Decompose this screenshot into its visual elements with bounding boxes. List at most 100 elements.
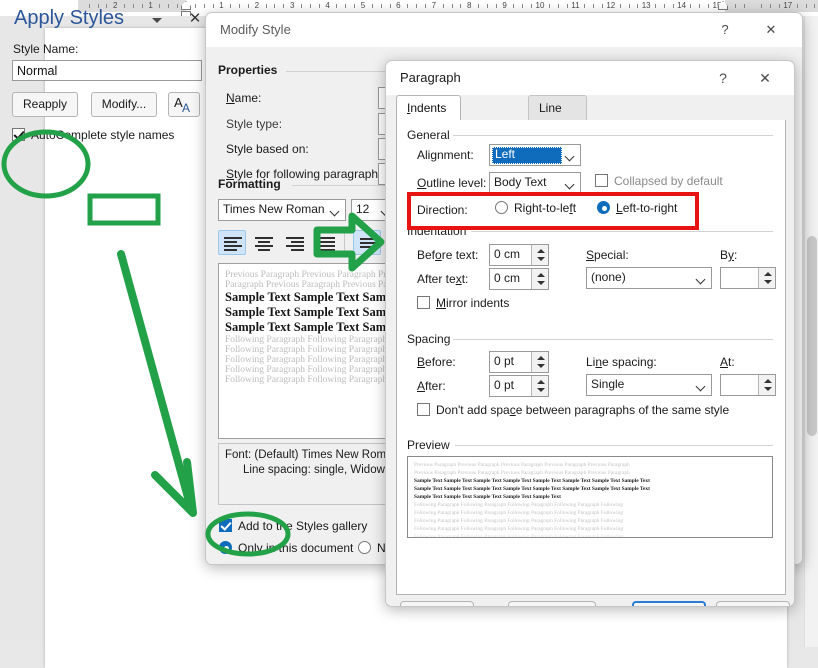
ruler-tick — [602, 4, 603, 8]
spinner-buttons[interactable] — [758, 268, 775, 288]
spinner-buttons[interactable] — [531, 376, 548, 396]
by-label: By: — [720, 248, 738, 262]
add-to-gallery-row[interactable]: Add to the Styles gallery — [219, 519, 367, 533]
align-right-button[interactable] — [280, 230, 308, 255]
after-text-value: 0 cm — [494, 271, 521, 285]
chevron-down-icon[interactable] — [152, 18, 162, 23]
spacing-after-spinner[interactable]: 0 pt — [489, 375, 549, 397]
collapsed-by-default-label: Collapsed by default — [614, 174, 723, 188]
style-name-input[interactable]: Normal — [12, 60, 202, 81]
alignment-combo[interactable]: Left — [489, 144, 581, 166]
collapsed-by-default-row[interactable]: Collapsed by default — [595, 174, 723, 188]
dont-add-space-row[interactable]: Don't add space between paragraphs of th… — [417, 403, 729, 417]
mirror-indents-row[interactable]: Mirror indents — [417, 296, 509, 310]
at-spinner[interactable] — [720, 374, 776, 396]
ruler-number: 14 — [677, 1, 687, 10]
reapply-button[interactable]: Reapply — [12, 92, 78, 117]
ruler-tick — [390, 4, 391, 8]
style-name-value: Normal — [17, 64, 58, 78]
close-icon[interactable]: ✕ — [760, 19, 782, 41]
scrollbar-thumb[interactable] — [807, 236, 817, 436]
ruler-number: 5 — [360, 1, 366, 10]
ruler-tick — [407, 4, 408, 8]
autocomplete-checkbox-row[interactable]: AutoComplete style names — [12, 128, 174, 144]
new-documents-radio[interactable] — [358, 541, 371, 554]
font-name-combo[interactable]: Times New Roman — [218, 199, 346, 221]
spacing-before-spinner[interactable]: 0 pt — [489, 351, 549, 373]
close-icon[interactable]: ✕ — [186, 10, 204, 28]
ok-button[interactable]: OK — [632, 601, 706, 606]
vertical-scrollbar[interactable] — [804, 16, 818, 647]
pg-preview-follow-3: Following Paragraph Following Paragraph … — [414, 518, 624, 524]
spacing-before-value: 0 pt — [494, 354, 515, 368]
spinner-buttons[interactable] — [531, 245, 548, 265]
spinner-buttons[interactable] — [758, 375, 775, 395]
ruler-number: 2 — [254, 1, 260, 10]
paragraph-dialog[interactable]: Paragraph ? ✕ Indents and Spacing Line a… — [385, 60, 795, 607]
ruler-tick — [354, 4, 355, 8]
spinner-buttons[interactable] — [531, 269, 548, 289]
ruler-number: 6 — [396, 1, 401, 10]
pg-preview-follow-2: Following Paragraph Following Paragraph … — [414, 510, 624, 516]
direction-rtl-row[interactable]: Right-to-left — [495, 201, 576, 215]
align-center-button[interactable] — [249, 230, 277, 255]
ruler-tick — [531, 4, 532, 8]
chevron-down-icon[interactable] — [326, 201, 344, 219]
mirror-indents-checkbox[interactable] — [417, 296, 430, 309]
modify-button[interactable]: Modify... — [91, 92, 157, 117]
line-spacing-value: Single — [591, 377, 625, 391]
spinner-up-icon — [537, 356, 545, 360]
ruler-tick — [443, 4, 444, 8]
autocomplete-label: AutoComplete style names — [31, 128, 175, 142]
ruler-number: 1 — [219, 1, 224, 10]
style-inspector-icon[interactable]: A A — [168, 92, 200, 117]
ltr-direction-button[interactable] — [353, 230, 381, 255]
modify-style-titlebar: Modify Style ? ✕ — [206, 13, 802, 47]
tab-indents-and-spacing[interactable]: Indents and Spacing — [396, 95, 462, 163]
ruler-tick — [274, 4, 275, 8]
pg-preview-follow-5: Following Paragraph Following Paragraph … — [414, 534, 624, 538]
ruler-tick — [513, 4, 514, 8]
cancel-button[interactable]: Cancel — [716, 601, 790, 606]
special-combo[interactable]: (none) — [586, 267, 712, 289]
outline-level-combo[interactable]: Body Text — [489, 172, 581, 194]
direction-ltr-row[interactable]: Left-to-right — [597, 201, 677, 215]
dont-add-space-checkbox[interactable] — [417, 403, 430, 416]
after-text-label: After text: — [417, 272, 469, 286]
tabs-button[interactable]: Tabs... — [400, 601, 474, 606]
preview-group-label: Preview — [407, 438, 450, 452]
after-text-spinner[interactable]: 0 cm — [489, 268, 549, 290]
spinner-buttons[interactable] — [531, 352, 548, 372]
direction-ltr-radio[interactable] — [597, 201, 610, 214]
autocomplete-checkbox[interactable] — [12, 128, 25, 141]
spinner-up-icon — [537, 249, 545, 253]
by-spinner[interactable] — [720, 267, 776, 289]
pg-preview-prev-2: Previous Paragraph Previous Paragraph Pr… — [414, 470, 630, 476]
chevron-down-icon[interactable] — [692, 376, 710, 394]
only-this-document-row[interactable]: Only in this document — [219, 541, 353, 555]
add-to-gallery-checkbox[interactable] — [219, 519, 232, 532]
ruler-tick — [637, 4, 638, 8]
help-icon[interactable]: ? — [714, 19, 736, 41]
ruler-number: 17 — [783, 1, 793, 10]
direction-rtl-radio[interactable] — [495, 201, 508, 214]
set-as-default-button[interactable]: Set As Default — [508, 601, 596, 606]
screen: 2 1 1 2 3 4 5 6 7 8 9 10 11 12 13 14 15 17 Apply Styles ✕… — [0, 0, 818, 668]
before-text-label: Before text: — [417, 248, 479, 262]
ruler-tick — [567, 4, 568, 8]
align-justify-button[interactable] — [311, 230, 339, 255]
chevron-down-icon[interactable] — [561, 146, 579, 164]
help-icon[interactable]: ? — [712, 67, 734, 89]
ruler-tick — [593, 4, 594, 8]
chevron-down-icon[interactable] — [692, 269, 710, 287]
close-icon[interactable]: ✕ — [754, 67, 776, 89]
ruler-tick — [496, 4, 497, 8]
before-text-spinner[interactable]: 0 cm — [489, 244, 549, 266]
line-spacing-combo[interactable]: Single — [586, 374, 712, 396]
only-this-document-radio[interactable] — [219, 541, 232, 554]
align-left-button[interactable] — [218, 230, 246, 255]
collapsed-by-default-checkbox[interactable] — [595, 174, 608, 187]
ruler-tick — [487, 4, 488, 8]
tab-line-and-page-breaks[interactable]: Line and Page Breaks — [528, 95, 588, 187]
chevron-down-icon[interactable] — [561, 174, 579, 192]
